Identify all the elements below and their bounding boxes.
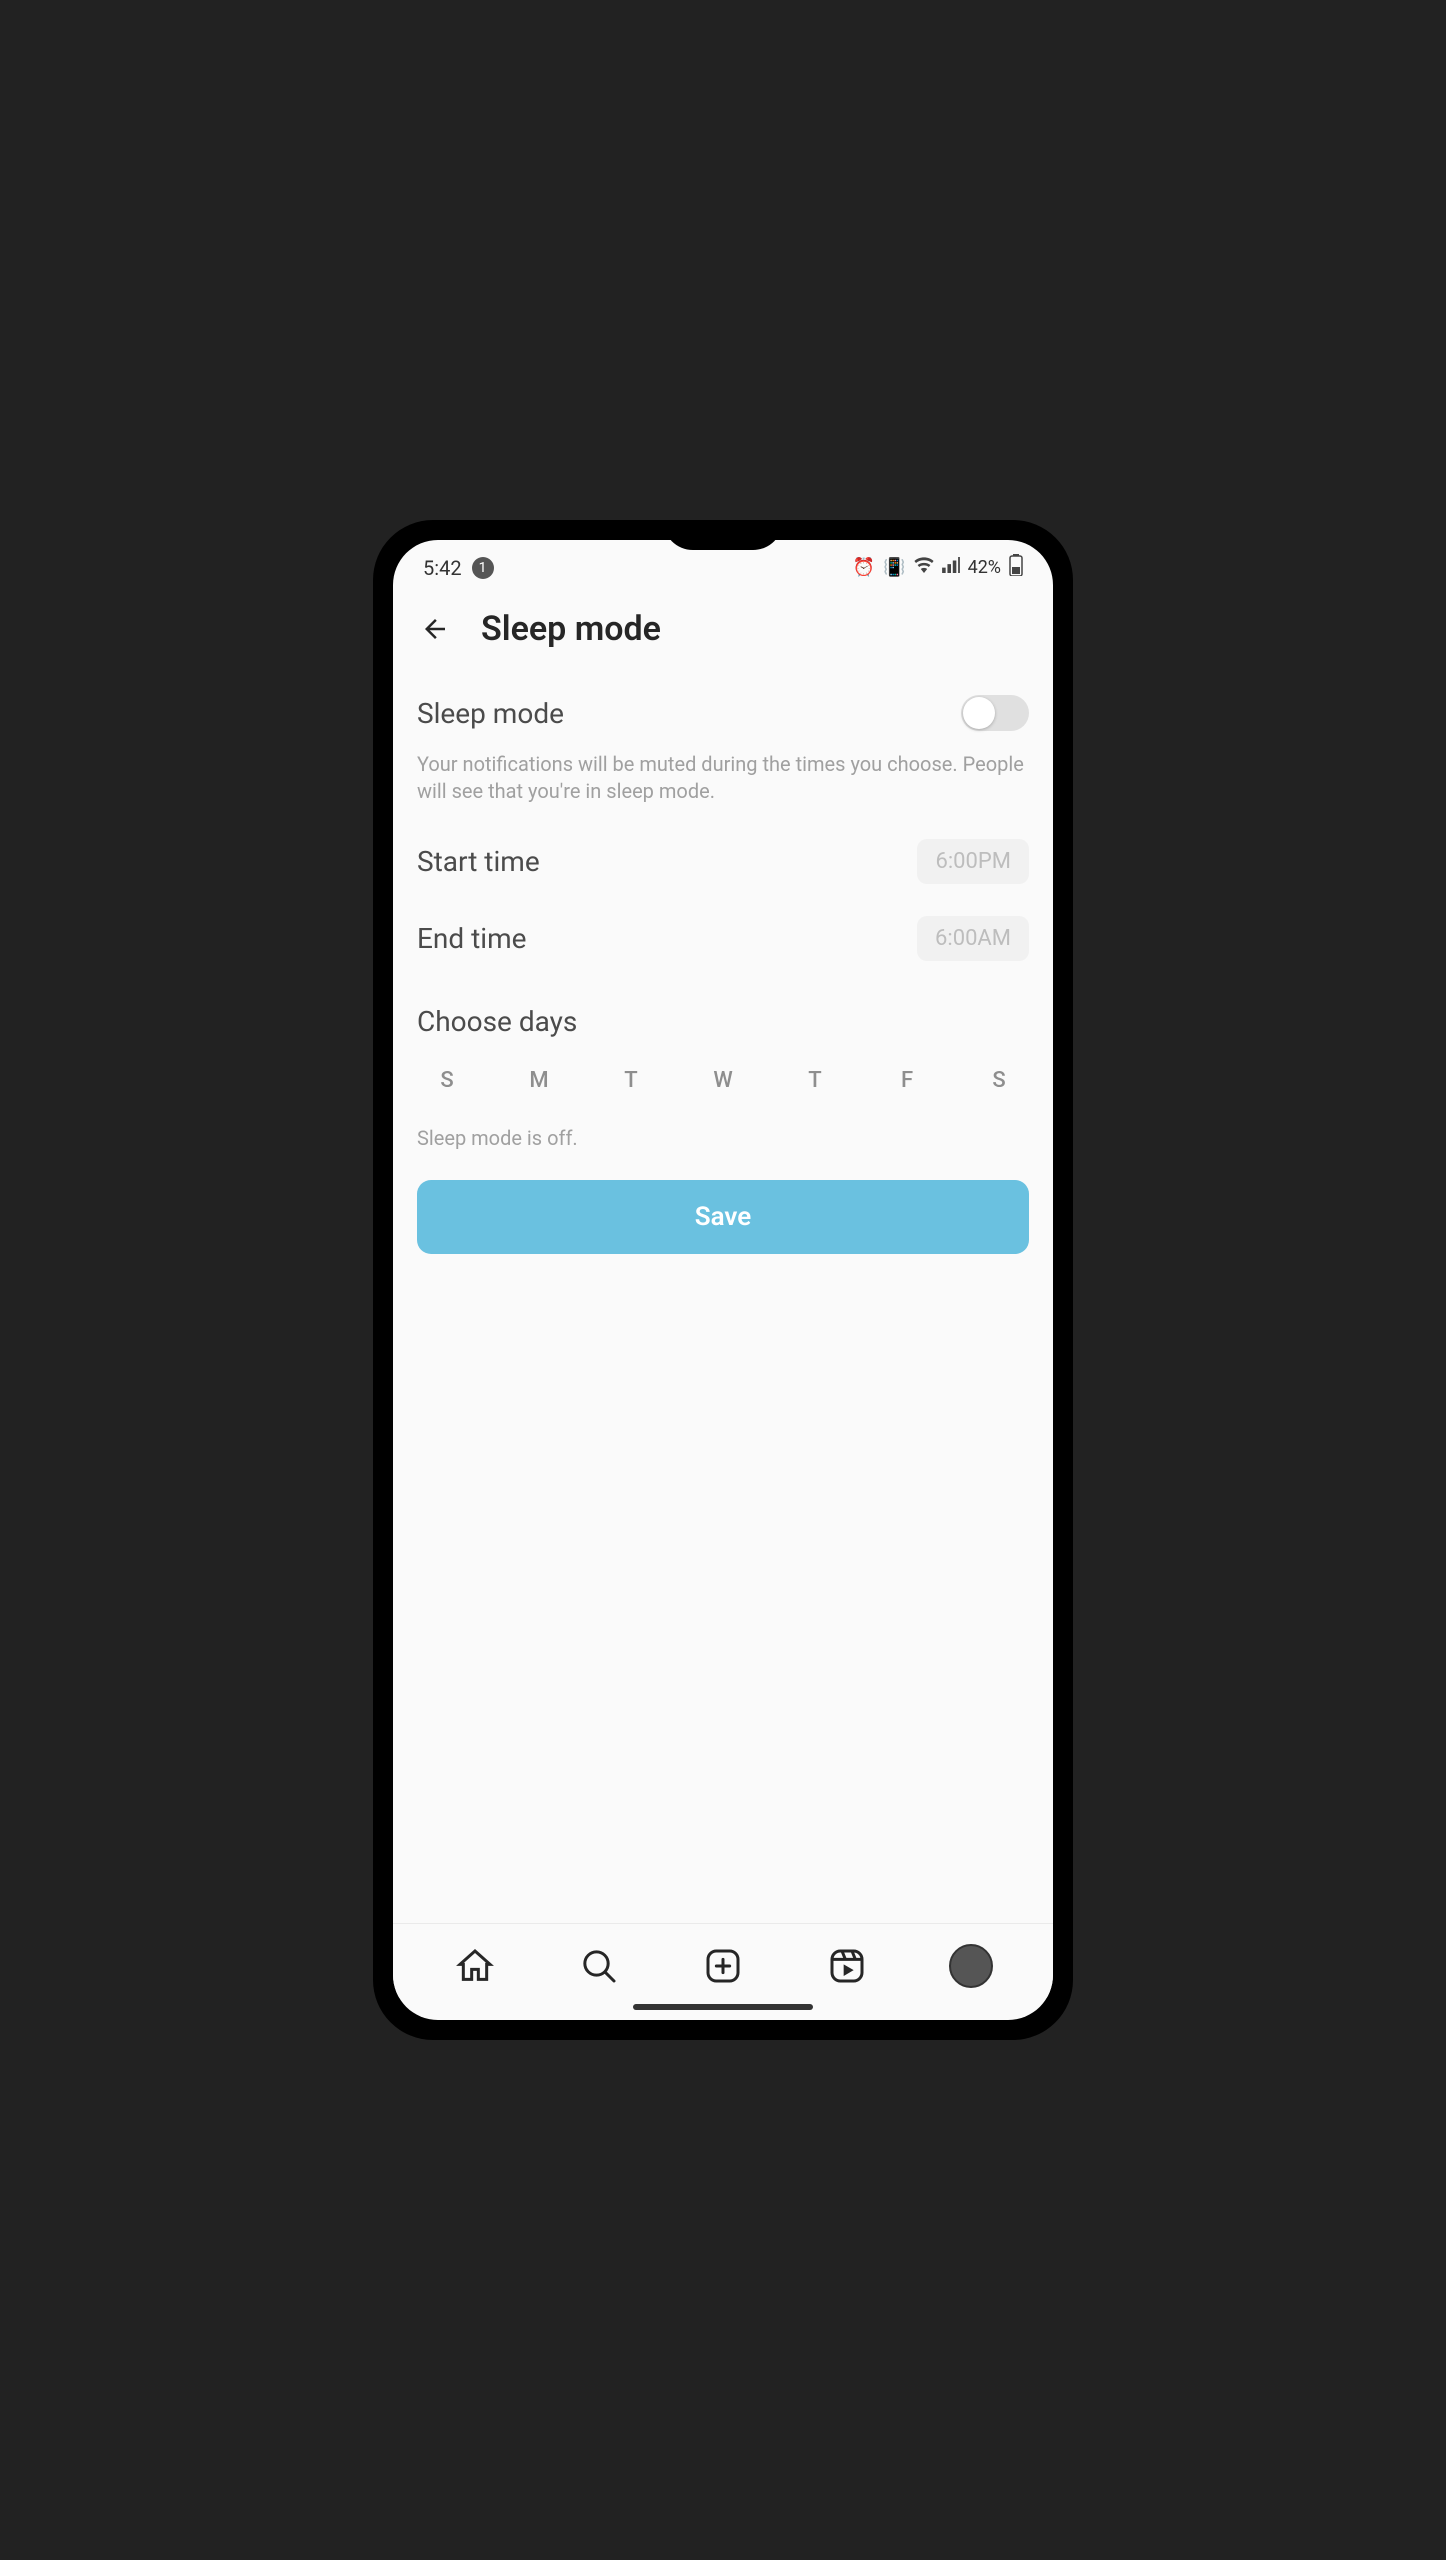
arrow-left-icon bbox=[420, 614, 450, 644]
save-button[interactable]: Save bbox=[417, 1180, 1029, 1254]
nav-reels[interactable] bbox=[823, 1942, 871, 1990]
phone-frame: 5:42 1 ⏰ 📳 42% bbox=[373, 520, 1073, 2040]
alarm-icon: ⏰ bbox=[853, 557, 875, 578]
day-mon[interactable]: M bbox=[515, 1056, 563, 1104]
home-indicator[interactable] bbox=[633, 2004, 813, 2010]
status-left: 5:42 1 bbox=[423, 556, 494, 580]
day-sat[interactable]: S bbox=[975, 1056, 1023, 1104]
signal-icon bbox=[942, 557, 960, 578]
avatar-icon bbox=[949, 1944, 993, 1988]
toggle-knob bbox=[963, 697, 995, 729]
end-time-label: End time bbox=[417, 922, 526, 955]
days-row: S M T W T F S bbox=[417, 1056, 1029, 1112]
battery-pct: 42% bbox=[968, 557, 1001, 578]
start-time-value[interactable]: 6:00PM bbox=[917, 839, 1029, 884]
nav-create[interactable] bbox=[699, 1942, 747, 1990]
choose-days-label: Choose days bbox=[417, 977, 1029, 1056]
sleep-mode-status: Sleep mode is off. bbox=[417, 1112, 1029, 1180]
content: Sleep mode Your notifications will be mu… bbox=[393, 667, 1053, 1923]
status-right: ⏰ 📳 42% bbox=[853, 554, 1023, 581]
reels-icon bbox=[827, 1946, 867, 1986]
status-time: 5:42 bbox=[423, 556, 462, 580]
day-thu[interactable]: T bbox=[791, 1056, 839, 1104]
sleep-mode-toggle[interactable] bbox=[961, 695, 1029, 731]
day-tue[interactable]: T bbox=[607, 1056, 655, 1104]
start-time-label: Start time bbox=[417, 845, 540, 878]
nav-search[interactable] bbox=[575, 1942, 623, 1990]
back-button[interactable] bbox=[417, 611, 453, 647]
notch bbox=[663, 520, 783, 550]
page-title: Sleep mode bbox=[481, 609, 661, 649]
end-time-value[interactable]: 6:00AM bbox=[917, 916, 1029, 961]
bottom-nav bbox=[393, 1923, 1053, 1998]
day-wed[interactable]: W bbox=[699, 1056, 747, 1104]
nav-home[interactable] bbox=[451, 1942, 499, 1990]
start-time-row[interactable]: Start time 6:00PM bbox=[417, 823, 1029, 900]
day-sun[interactable]: S bbox=[423, 1056, 471, 1104]
battery-icon bbox=[1009, 554, 1023, 581]
nav-profile[interactable] bbox=[947, 1942, 995, 1990]
day-fri[interactable]: F bbox=[883, 1056, 931, 1104]
screen: 5:42 1 ⏰ 📳 42% bbox=[393, 540, 1053, 2020]
notification-count-badge: 1 bbox=[472, 557, 494, 579]
home-icon bbox=[455, 1946, 495, 1986]
end-time-row[interactable]: End time 6:00AM bbox=[417, 900, 1029, 977]
wifi-icon bbox=[914, 557, 934, 578]
sleep-mode-toggle-row: Sleep mode bbox=[417, 679, 1029, 747]
page-header: Sleep mode bbox=[393, 587, 1053, 667]
vibrate-icon: 📳 bbox=[883, 557, 905, 578]
sleep-mode-description: Your notifications will be muted during … bbox=[417, 747, 1029, 823]
plus-square-icon bbox=[703, 1946, 743, 1986]
search-icon bbox=[579, 1946, 619, 1986]
sleep-mode-toggle-label: Sleep mode bbox=[417, 697, 564, 730]
